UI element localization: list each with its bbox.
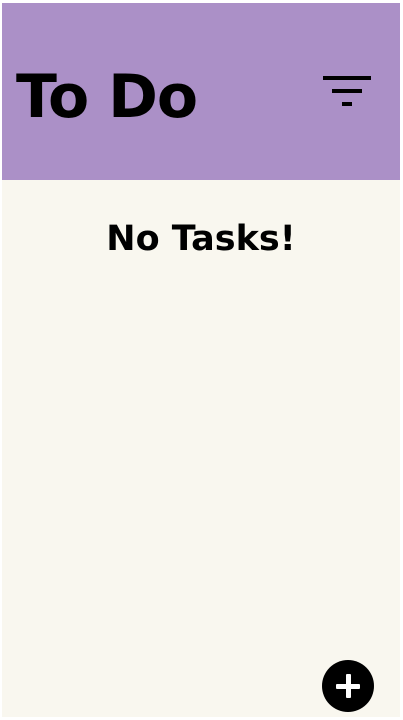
add-task-button[interactable] [322, 660, 374, 712]
empty-state-message: No Tasks! [106, 219, 296, 259]
filter-button[interactable] [317, 70, 371, 114]
app-screen: To Do No Tasks! [2, 3, 400, 717]
filter-icon [323, 76, 371, 106]
page-title: To Do [16, 62, 198, 132]
app-header: To Do [2, 3, 400, 180]
plus-icon [336, 674, 360, 698]
